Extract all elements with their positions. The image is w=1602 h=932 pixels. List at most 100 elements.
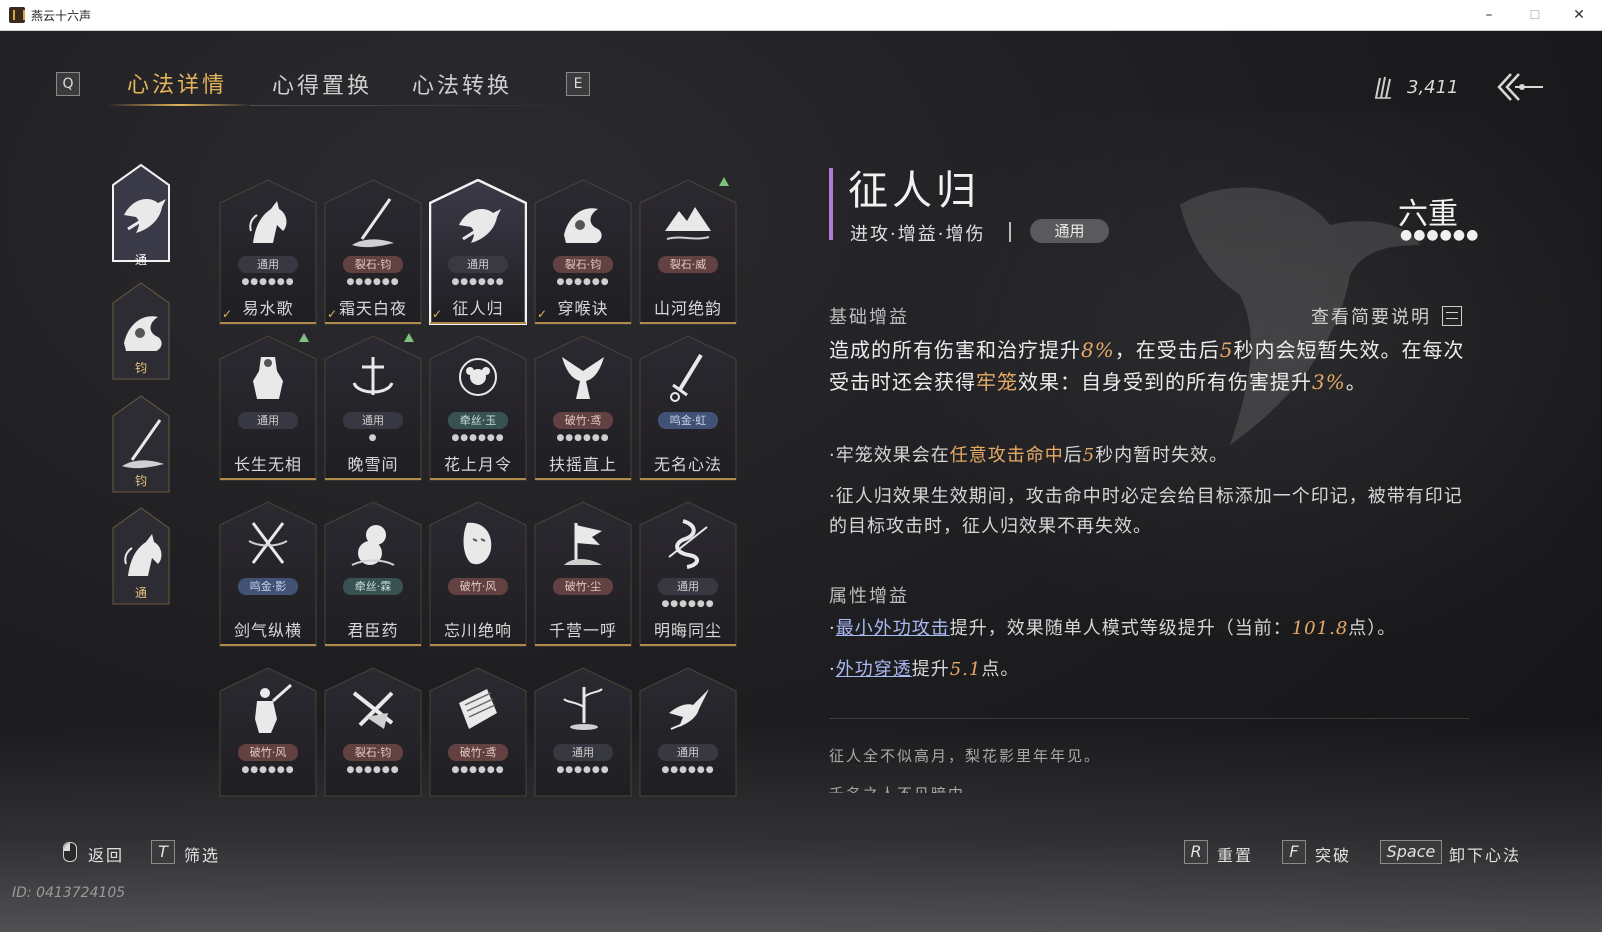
equipped-slot[interactable]: 通 [111, 163, 171, 267]
eagle-icon [562, 357, 604, 399]
skill-card[interactable]: 通用 ● 晚雪间 [324, 333, 422, 481]
flag-icon [564, 523, 602, 565]
back-arrow-icon[interactable] [1497, 70, 1545, 104]
skill-card[interactable]: 通用 ●●●●●● 易水歌 ✓ [219, 179, 317, 325]
skill-card[interactable]: 鸣金·影 剑气纵横 [219, 501, 317, 647]
skill-card[interactable]: 通用 ●●●●●● [534, 667, 632, 813]
card-tag: 通用 [238, 256, 298, 273]
card-name: 明晦同尘 [653, 621, 722, 640]
card-tag: 通用 [553, 744, 613, 761]
skill-card[interactable]: 破竹·风 ●●●●●● [219, 667, 317, 813]
main-value-3: 3% [1312, 370, 1346, 394]
sword-icon [670, 353, 703, 402]
card-tag: 通用 [658, 578, 718, 595]
card-tag: 破竹·风 [238, 744, 298, 761]
reset-key[interactable]: R [1184, 840, 1208, 864]
filter-key[interactable]: T [151, 840, 175, 864]
equipped-slot[interactable]: 通 [111, 506, 171, 605]
close-button[interactable]: ✕ [1556, 0, 1602, 30]
card-level-dots: ●●●●●● [556, 765, 610, 775]
skill-card[interactable]: 破竹·鸢 ●●●●●● 扶摇直上 [534, 335, 632, 481]
flavor-text-2: 千名之人不见暗中 [829, 783, 965, 793]
equipped-check-icon: ✓ [537, 307, 548, 321]
skill-card[interactable]: 裂石·钧 ●●●●●● [324, 667, 422, 813]
scroll-icon [459, 689, 497, 729]
attr-text: 提升，效果随单人模式等级提升（当前： [949, 618, 1292, 639]
skill-card[interactable]: 破竹·鸢 ●●●●●● [429, 667, 527, 813]
main-value-2: 5 [1219, 338, 1234, 362]
attr-text: 提升 [911, 659, 950, 680]
game-viewport: Q 心法详情 心得置换 心法转换 E 3,411 通钧钧通 通用 ●●●●●● 易水… [0, 31, 1602, 932]
card-tag: 牵丝·玉 [448, 412, 508, 429]
any-hit-keyword: 任意攻击命中 [949, 445, 1064, 466]
card-level-dots: ●●●●●● [451, 433, 505, 443]
mouse-right-icon [63, 842, 77, 862]
card-name: 山河绝韵 [653, 299, 722, 318]
equipped-slot[interactable]: 钧 [111, 394, 171, 493]
attr-line-1: ·最小外功攻击提升，效果随单人模式等级提升（当前：101.8点）。 [829, 614, 1396, 640]
maximize-button[interactable]: ☐ [1512, 0, 1558, 30]
card-tag: 裂石·钧 [553, 256, 613, 273]
skill-title: 征人归 [848, 168, 980, 214]
tab-skill-convert[interactable]: 心法转换 [412, 68, 512, 100]
card-level-dots: ●●●●●● [451, 277, 505, 287]
equipped-slot[interactable]: 钧 [111, 281, 171, 380]
breakthrough-button[interactable]: 突破 [1315, 842, 1351, 866]
skill-card[interactable]: 裂石·威 山河绝韵 [639, 177, 737, 325]
ext-penetration-link[interactable]: 外功穿透 [836, 659, 912, 680]
summary-toggle-icon[interactable] [1442, 306, 1462, 326]
next-tab-key[interactable]: E [566, 72, 590, 96]
card-name: 晚雪间 [347, 455, 399, 474]
slot-label: 钧 [134, 474, 147, 488]
skill-tags: 进攻·增益·增伤 [850, 224, 986, 245]
minimize-button[interactable]: – [1466, 0, 1512, 30]
back-button[interactable]: 返回 [88, 842, 124, 866]
flower-icon [459, 358, 497, 396]
tab-divider [250, 105, 590, 106]
gourd-icon [351, 525, 395, 566]
sub-effect-2: ·征人归效果生效期间，攻击命中时必定会给目标添加一个印记，被带有印记的目标攻击时… [829, 486, 1463, 537]
statue-icon [253, 357, 283, 399]
skill-card[interactable]: 鸣金·虹 无名心法 [639, 335, 737, 481]
reset-button[interactable]: 重置 [1217, 842, 1253, 866]
base-bonus-title: 基础增益 [829, 307, 909, 328]
breakthrough-key[interactable]: F [1282, 840, 1306, 864]
skill-card[interactable]: 牵丝·玉 ●●●●●● 花上月令 [429, 335, 527, 481]
skill-card[interactable]: 通用 ●●●●●● [639, 667, 737, 813]
skill-card[interactable]: 通用 ●●●●●● 明晦同尘 [639, 501, 737, 647]
skill-card[interactable]: 破竹·风 忘川绝响 [429, 501, 527, 647]
unequip-button[interactable]: 卸下心法 [1449, 842, 1521, 866]
unequip-key[interactable]: Space [1380, 840, 1442, 864]
upgrade-arrow-icon [719, 177, 729, 186]
skill-card[interactable]: 牵丝·霖 君臣药 [324, 501, 422, 647]
feather-currency-icon [1375, 76, 1391, 99]
min-ext-attack-link[interactable]: 最小外功攻击 [836, 618, 950, 639]
skill-card[interactable]: 裂石·钧 ●●●●●● 霜天白夜 ✓ [324, 179, 422, 325]
tag-separator [1009, 222, 1011, 242]
skill-card[interactable]: 裂石·钧 ●●●●●● 穿喉诀 ✓ [534, 179, 632, 325]
card-tag: 牵丝·霖 [343, 578, 403, 595]
cage-keyword: 牢笼 [976, 370, 1018, 394]
card-level-dots: ●●●●●● [451, 765, 505, 775]
skill-card[interactable]: 通用 长生无相 [219, 333, 317, 481]
skill-card[interactable]: 通用 ●●●●●● 征人归 ✓ [429, 179, 527, 325]
main-effect-part: 效果：自身受到的所有伤害提升 [1018, 370, 1312, 394]
currency-value: 3,411 [1407, 77, 1459, 98]
sub-value: 5 [1082, 445, 1096, 466]
card-level-dots: ●●●●●● [556, 277, 610, 287]
main-effect-text: 造成的所有伤害和治疗提升8%，在受击后5秒内会短暂失效。在每次受击时还会获得牢笼… [829, 334, 1469, 398]
spear-icon [352, 198, 394, 248]
prev-tab-key[interactable]: Q [56, 72, 80, 96]
card-name: 忘川绝响 [443, 621, 512, 640]
tab-insight-swap[interactable]: 心得置换 [272, 68, 372, 100]
card-tag: 裂石·钧 [343, 744, 403, 761]
bamboo-icon [563, 687, 603, 730]
horse-icon [249, 201, 287, 243]
attr-value-1: 101.8 [1291, 618, 1349, 639]
swallow-icon [669, 689, 709, 730]
filter-button[interactable]: 筛选 [184, 842, 220, 866]
card-tag: 通用 [238, 412, 298, 429]
skill-card[interactable]: 破竹·尘 千营一呼 [534, 501, 632, 647]
view-summary-button[interactable]: 查看简要说明 [1311, 303, 1431, 329]
tab-skill-detail[interactable]: 心法详情 [127, 67, 227, 99]
